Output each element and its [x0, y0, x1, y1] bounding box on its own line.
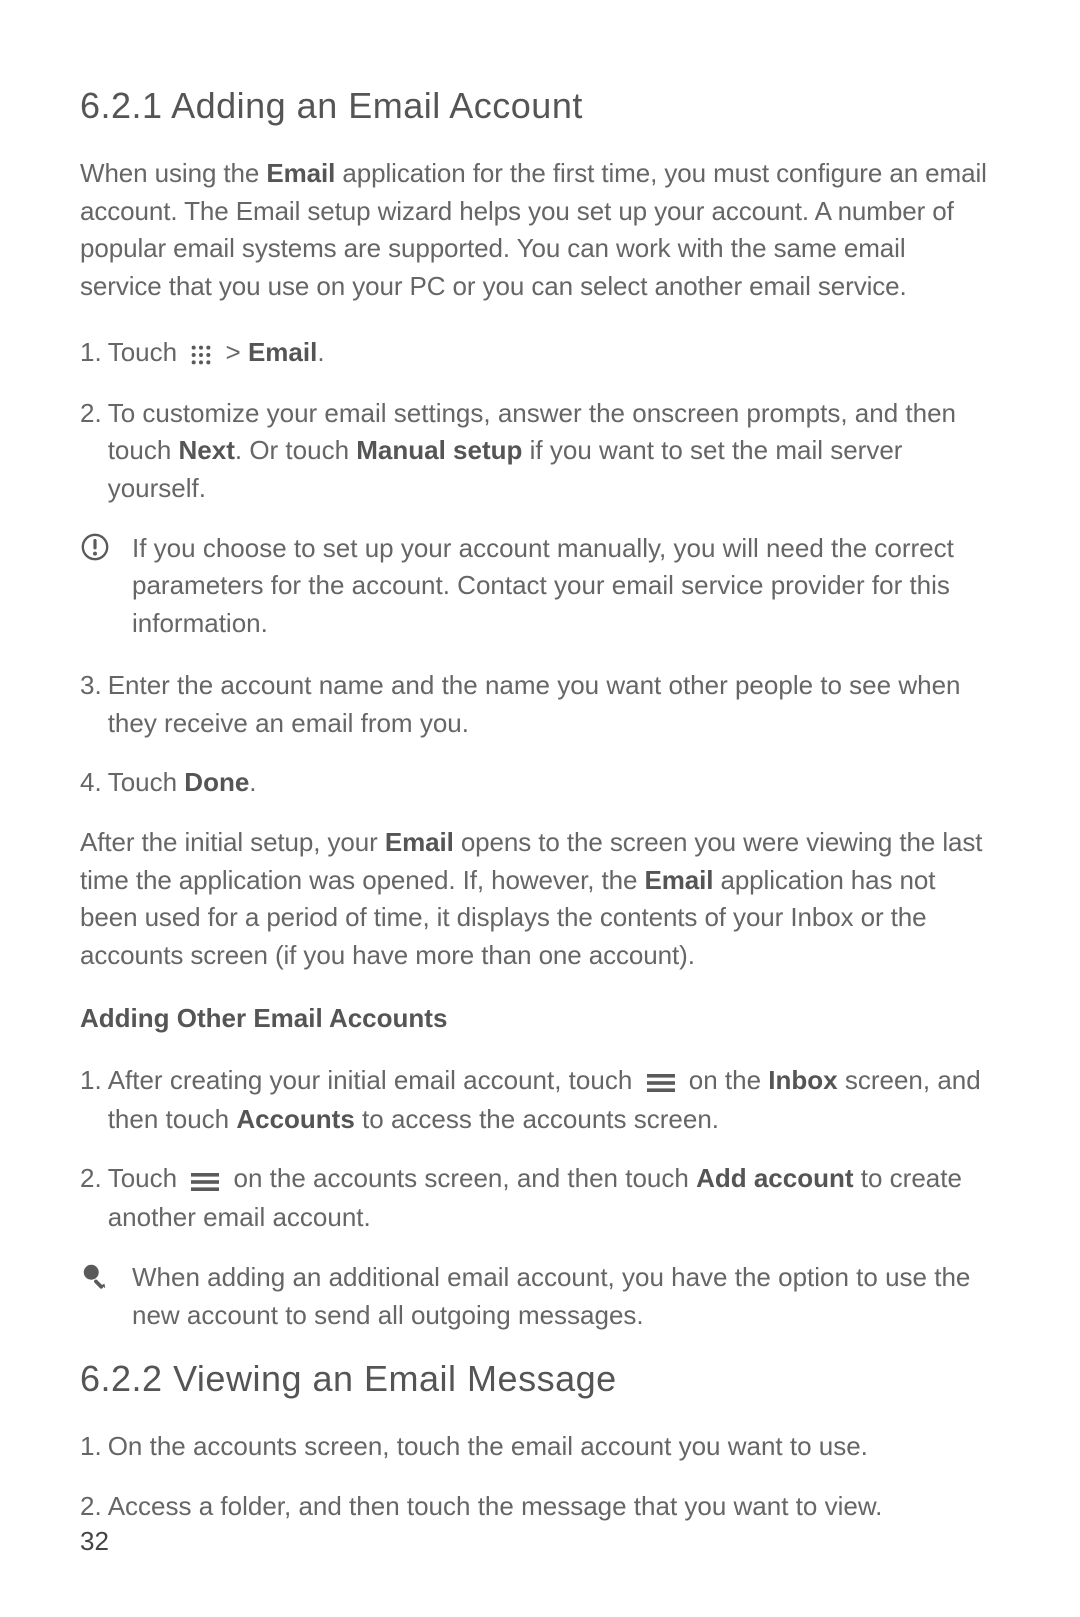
- bold-email: Email: [644, 865, 713, 895]
- other-step-1: 1. After creating your initial email acc…: [80, 1062, 990, 1139]
- tip-callout: When adding an additional email account,…: [80, 1259, 990, 1334]
- bold-accounts: Accounts: [236, 1104, 354, 1134]
- bold-next: Next: [179, 435, 235, 465]
- manual-page: 6.2.1 Adding an Email Account When using…: [0, 0, 1080, 1617]
- caution-text: If you choose to set up your account man…: [132, 530, 990, 643]
- bold-manual-setup: Manual setup: [356, 435, 522, 465]
- step-4: 4. Touch Done.: [80, 764, 990, 802]
- step-text: Enter the account name and the name you …: [108, 667, 990, 742]
- text: on the: [689, 1065, 769, 1095]
- step-text: Access a folder, and then touch the mess…: [108, 1488, 990, 1526]
- text: After the initial setup, your: [80, 827, 385, 857]
- heading-6-2-1: 6.2.1 Adding an Email Account: [80, 85, 990, 127]
- text: >: [226, 337, 248, 367]
- bold-email: Email: [248, 337, 317, 367]
- bold-add-account: Add account: [696, 1163, 853, 1193]
- tip-search-icon: [80, 1261, 110, 1334]
- step-1: 1. Touch > Email.: [80, 334, 990, 373]
- caution-icon: [80, 532, 110, 643]
- text: .: [249, 767, 256, 797]
- text: .: [317, 337, 324, 367]
- text: on the accounts screen, and then touch: [234, 1163, 697, 1193]
- step-number: 1.: [80, 334, 102, 373]
- tip-text: When adding an additional email account,…: [132, 1259, 990, 1334]
- text: When using the: [80, 158, 266, 188]
- view-step-2: 2. Access a folder, and then touch the m…: [80, 1488, 990, 1526]
- other-step-2: 2. Touch on the accounts screen, and the…: [80, 1160, 990, 1237]
- bold-done: Done: [184, 767, 249, 797]
- apps-grid-icon: [190, 335, 212, 373]
- text: . Or touch: [235, 435, 356, 465]
- heading-6-2-2: 6.2.2 Viewing an Email Message: [80, 1358, 990, 1400]
- text: Touch: [108, 767, 185, 797]
- step-text: Touch Done.: [108, 764, 990, 802]
- subheading-adding-other: Adding Other Email Accounts: [80, 1003, 990, 1034]
- step-number: 2.: [80, 395, 102, 508]
- step-text: After creating your initial email accoun…: [108, 1062, 990, 1139]
- intro-paragraph: When using the Email application for the…: [80, 155, 990, 306]
- bold-inbox: Inbox: [768, 1065, 837, 1095]
- step-number: 4.: [80, 764, 102, 802]
- bold-email: Email: [266, 158, 335, 188]
- step-text: On the accounts screen, touch the email …: [108, 1428, 990, 1466]
- menu-icon: [646, 1063, 676, 1101]
- menu-icon: [190, 1162, 220, 1200]
- caution-callout: If you choose to set up your account man…: [80, 530, 990, 643]
- step-number: 3.: [80, 667, 102, 742]
- step-number: 1.: [80, 1062, 102, 1139]
- page-number: 32: [80, 1526, 109, 1557]
- step-text: Touch on the accounts screen, and then t…: [108, 1160, 990, 1237]
- step-text: Touch > Email.: [108, 334, 990, 373]
- step-2: 2. To customize your email settings, ans…: [80, 395, 990, 508]
- step-number: 1.: [80, 1428, 102, 1466]
- text: Touch: [108, 337, 185, 367]
- text: After creating your initial email accoun…: [108, 1065, 640, 1095]
- text: to access the accounts screen.: [355, 1104, 719, 1134]
- step-number: 2.: [80, 1160, 102, 1237]
- step-number: 2.: [80, 1488, 102, 1526]
- bold-email: Email: [385, 827, 454, 857]
- text: Touch: [108, 1163, 185, 1193]
- step-3: 3. Enter the account name and the name y…: [80, 667, 990, 742]
- view-step-1: 1. On the accounts screen, touch the ema…: [80, 1428, 990, 1466]
- after-setup-paragraph: After the initial setup, your Email open…: [80, 824, 990, 975]
- step-text: To customize your email settings, answer…: [108, 395, 990, 508]
